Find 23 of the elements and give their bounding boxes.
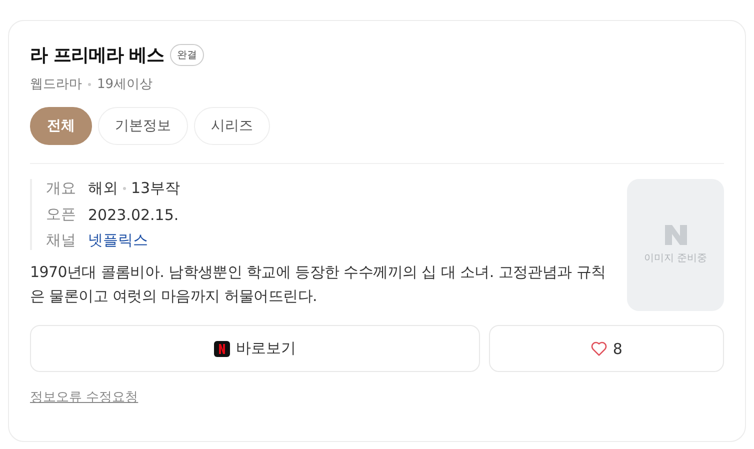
channel-link[interactable]: 넷플릭스	[88, 231, 148, 250]
info-label: 채널	[46, 231, 76, 250]
logo-icon	[664, 225, 686, 245]
like-button[interactable]: 8	[489, 325, 724, 372]
description: 1970년대 콜롬비아. 남학생뿐인 학교에 등장한 수수께끼의 십 대 소녀. 고정관념과 규칙은 물론이고 여럿의 마음까지 허물어뜨린다.	[30, 262, 607, 307]
drama-title: 라 프리메라 베스	[30, 44, 164, 67]
meta-text: 19세이상	[97, 76, 153, 93]
separator-dot	[88, 82, 91, 86]
report-link[interactable]: 정보오류 수정요청	[30, 388, 138, 406]
info-value: 13부작	[131, 179, 180, 198]
info-label: 오픈	[46, 205, 76, 224]
meta-text: 웹드라마	[30, 76, 82, 93]
status-badge: 완결	[170, 44, 204, 66]
app-logo-icon	[214, 340, 230, 356]
tab[interactable]: 시리즈	[194, 107, 270, 145]
info-value: 해외	[88, 179, 118, 198]
separator-dot	[123, 187, 126, 190]
info-value: 2023.02.15.	[88, 206, 179, 224]
heart-icon	[590, 341, 607, 356]
watch-button[interactable]: 바로보기	[30, 325, 480, 372]
placeholder-text: 이미지 준비중	[644, 252, 708, 265]
tab[interactable]: 기본정보	[98, 107, 188, 145]
info-label: 개요	[46, 179, 76, 198]
